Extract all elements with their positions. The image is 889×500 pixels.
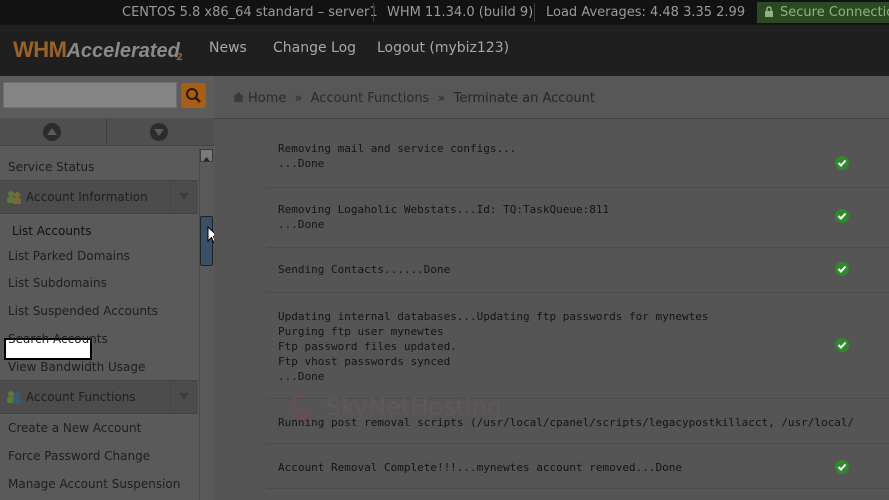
sidebar-scroll-down-button[interactable] <box>107 118 213 145</box>
sidebar-section-account-functions[interactable]: Account Functions <box>0 380 198 414</box>
search-input[interactable] <box>3 82 177 108</box>
sidebar-item-list-suspended-accounts[interactable]: List Suspended Accounts <box>8 304 158 318</box>
chevron-down-icon <box>179 393 189 400</box>
check-icon <box>835 338 849 352</box>
arrow-up-icon <box>43 123 61 141</box>
sidebar-scrollbar[interactable] <box>199 148 215 500</box>
scrollbar-up-arrow[interactable] <box>200 149 213 162</box>
log-row: Removing mail and service configs... ...… <box>267 127 889 188</box>
sidebar-scroll-up-button[interactable] <box>0 118 106 145</box>
arrow-up-icon <box>203 157 210 161</box>
breadcrumb-separator: » <box>294 91 303 106</box>
account-functions-icon <box>7 391 21 404</box>
logo-accelerated-text: Accelerated <box>66 40 180 62</box>
accounts-icon <box>7 191 21 204</box>
search-icon <box>186 88 201 103</box>
sidebar: Service Status Account Information List … <box>0 118 214 500</box>
breadcrumb-current: Terminate an Account <box>453 91 595 106</box>
logo-version: 2 <box>176 52 183 63</box>
sidebar-section-account-information[interactable]: Account Information <box>0 180 198 214</box>
log-text: Updating internal databases...Updating f… <box>278 310 709 383</box>
arrow-down-icon <box>150 123 168 141</box>
check-icon <box>835 262 849 276</box>
log-row: Updating internal databases...Updating f… <box>267 293 889 399</box>
log-row: Removing Logaholic Webstats...Id: TQ:Tas… <box>267 187 889 248</box>
nav-change-log[interactable]: Change Log <box>273 40 356 56</box>
sidebar-item-search-accounts[interactable]: Search Accounts <box>8 332 108 346</box>
secure-connection-label: Secure Connection <box>780 5 889 20</box>
secure-connection-badge: Secure Connection <box>757 2 889 23</box>
breadcrumb: Home » Account Functions » Terminate an … <box>232 91 595 106</box>
divider <box>373 3 374 22</box>
whm-logo[interactable]: WHMAccelerated 2 <box>13 37 183 67</box>
header: WHMAccelerated 2 News Change Log Logout … <box>0 25 889 76</box>
sidebar-item-create-new-account[interactable]: Create a New Account <box>8 421 141 435</box>
collapse-button[interactable] <box>170 181 199 213</box>
sidebar-item-list-subdomains[interactable]: List Subdomains <box>8 276 107 290</box>
breadcrumb-home[interactable]: Home <box>248 91 286 106</box>
section-title: Account Information <box>26 190 148 204</box>
breadcrumb-separator: » <box>437 91 446 106</box>
watermark-text: SkyNetHosting <box>325 393 503 421</box>
nav-logout[interactable]: Logout (mybiz123) <box>377 40 509 56</box>
sidebar-scroll-controls <box>0 118 214 146</box>
log-text: Sending Contacts......Done <box>278 263 451 276</box>
os-info: CENTOS 5.8 x86_64 standard – server1 <box>122 5 378 20</box>
breadcrumb-bar: Home » Account Functions » Terminate an … <box>214 76 889 119</box>
terminate-account-log: Removing mail and service configs... ...… <box>214 119 889 500</box>
log-text: Removing Logaholic Webstats...Id: TQ:Tas… <box>278 203 610 231</box>
sidebar-item-manage-account-suspension[interactable]: Manage Account Suspension <box>8 477 180 491</box>
sidebar-item-force-password-change[interactable]: Force Password Change <box>8 449 150 463</box>
log-text: Account Removal Complete!!!...mynewtes a… <box>278 461 682 474</box>
nav-news[interactable]: News <box>209 40 247 56</box>
home-icon[interactable] <box>232 91 245 103</box>
sidebar-item-service-status[interactable]: Service Status <box>8 160 94 174</box>
log-row: Account Removal Complete!!!...mynewtes a… <box>267 444 889 489</box>
log-row: Sending Contacts......Done <box>267 248 889 293</box>
divider <box>534 3 535 22</box>
check-icon <box>835 460 849 474</box>
sidebar-item-view-bandwidth-usage[interactable]: View Bandwidth Usage <box>8 360 145 374</box>
sidebar-item-list-accounts[interactable]: List Accounts <box>12 224 92 238</box>
watermark: SkyNetHosting <box>288 393 502 421</box>
server-info-bar: CENTOS 5.8 x86_64 standard – server1 WHM… <box>0 0 889 25</box>
search-button[interactable] <box>181 83 206 108</box>
section-title: Account Functions <box>26 390 136 404</box>
sidebar-item-list-parked-domains[interactable]: List Parked Domains <box>8 249 130 263</box>
log-text: Removing mail and service configs... ...… <box>278 142 517 170</box>
lock-icon <box>765 6 773 17</box>
logo-whm-text: WHM <box>13 37 67 62</box>
chevron-down-icon <box>179 193 189 200</box>
watermark-logo-icon <box>291 393 313 421</box>
whm-version: WHM 11.34.0 (build 9) <box>387 5 534 20</box>
check-icon <box>835 156 849 170</box>
check-icon <box>835 209 849 223</box>
collapse-button[interactable] <box>170 381 199 413</box>
breadcrumb-account-functions[interactable]: Account Functions <box>311 91 430 106</box>
load-averages: Load Averages: 4.48 3.35 2.99 <box>546 5 746 20</box>
